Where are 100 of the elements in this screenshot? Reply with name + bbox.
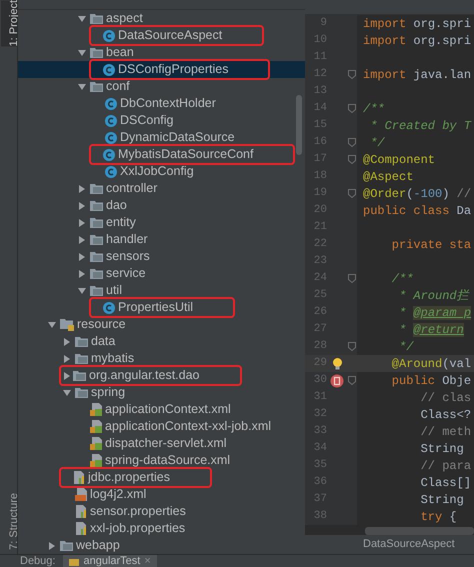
expanded-arrow-icon[interactable] — [78, 48, 86, 56]
breakpoint-icon[interactable] — [330, 374, 344, 388]
tool-window-tab[interactable]: 1: Project — [0, 0, 16, 46]
tree-item-label: applicationContext.xml — [105, 401, 231, 418]
breadcrumb-item[interactable]: DataSourceAspect — [363, 536, 455, 553]
expanded-arrow-icon[interactable] — [63, 388, 71, 396]
tree-item-label: DynamicDataSource — [120, 129, 235, 146]
tree-row[interactable]: data — [18, 333, 305, 350]
collapsed-arrow-icon[interactable] — [78, 184, 86, 192]
collapsed-arrow-icon[interactable] — [63, 354, 71, 362]
fold-marker-icon[interactable] — [348, 274, 356, 283]
tree-row[interactable]: org.angular.test.dao — [18, 367, 305, 384]
tree-item-label: DbContextHolder — [120, 95, 216, 112]
fold-marker-icon[interactable] — [348, 342, 356, 351]
tree-item-label: spring — [91, 384, 126, 402]
code-line: @Order(-100) // — [362, 186, 472, 202]
debug-tab[interactable]: angularTest × — [63, 555, 157, 567]
tree-row[interactable]: jdbc.properties — [18, 469, 305, 486]
properties-file-icon — [75, 505, 87, 518]
expanded-arrow-icon[interactable] — [78, 286, 86, 294]
tree-row[interactable]: XxlJobConfig — [18, 163, 305, 180]
expanded-arrow-icon[interactable] — [78, 14, 86, 22]
collapsed-arrow-icon[interactable] — [78, 218, 86, 226]
tree-row[interactable]: resource — [18, 316, 305, 333]
tree-row[interactable]: dispatcher-servlet.xml — [18, 435, 305, 452]
xml-file-icon — [75, 488, 87, 501]
collapsed-arrow-icon[interactable] — [78, 252, 86, 260]
tree-item-label: DSConfigProperties — [118, 61, 228, 78]
tree-row[interactable]: applicationContext-xxl-job.xml — [18, 418, 305, 435]
code-line: // clas — [420, 390, 472, 406]
spring-xml-file-icon — [90, 420, 102, 433]
folder-icon — [90, 251, 103, 262]
folder-icon — [75, 353, 88, 364]
collapsed-arrow-icon[interactable] — [78, 236, 86, 244]
properties-file-icon — [73, 471, 85, 484]
tree-item-label: jdbc.properties — [88, 469, 170, 486]
collapsed-arrow-icon[interactable] — [63, 338, 71, 346]
lightbulb-icon[interactable] — [332, 358, 342, 370]
collapsed-arrow-icon[interactable] — [78, 270, 86, 278]
class-icon — [103, 30, 115, 42]
tree-item-label: DataSourceAspect — [118, 27, 222, 44]
tree-row[interactable]: aspect — [18, 10, 305, 27]
tree-row[interactable]: entity — [18, 214, 305, 231]
class-icon — [103, 64, 115, 76]
tree-row[interactable]: sensor.properties — [18, 503, 305, 520]
horizontal-scrollbar[interactable] — [365, 527, 474, 535]
tree-row[interactable]: spring-dataSource.xml — [18, 452, 305, 469]
tree-row[interactable]: DynamicDataSource — [18, 129, 305, 146]
fold-marker-icon[interactable] — [348, 189, 356, 198]
tree-row[interactable]: PropertiesUtil — [18, 299, 305, 316]
tree-row[interactable]: DSConfigProperties — [18, 61, 305, 78]
tree-item-label: bean — [106, 44, 134, 62]
tree-row[interactable]: webapp — [18, 537, 305, 554]
tree-item-label: applicationContext-xxl-job.xml — [105, 418, 272, 436]
tree-item-label: DSConfig — [120, 112, 174, 130]
tree-row[interactable]: handler — [18, 231, 305, 248]
fold-marker-icon[interactable] — [348, 138, 356, 147]
tree-row[interactable]: controller — [18, 180, 305, 197]
tree-row[interactable]: dao — [18, 197, 305, 214]
code-line: public class Da — [362, 202, 472, 220]
fold-marker-icon[interactable] — [348, 376, 356, 385]
collapsed-arrow-icon[interactable] — [63, 372, 71, 380]
tree-row[interactable]: MybatisDataSourceConf — [18, 146, 305, 163]
collapsed-arrow-icon[interactable] — [78, 202, 86, 210]
tree-row[interactable]: DbContextHolder — [18, 95, 305, 112]
tree-row[interactable]: service — [18, 265, 305, 282]
fold-marker-icon[interactable] — [348, 155, 356, 164]
tree-row[interactable]: spring — [18, 384, 305, 401]
tree-row[interactable]: xxl-job.properties — [18, 520, 305, 537]
code-line: * @param p — [398, 304, 472, 322]
tree-row[interactable]: log4j2.xml — [18, 486, 305, 503]
fold-marker-icon[interactable] — [348, 104, 356, 113]
collapsed-arrow-icon[interactable] — [48, 542, 56, 550]
folder-icon — [60, 540, 73, 551]
tree-item-label: data — [91, 333, 116, 350]
code-line: String — [420, 440, 464, 458]
class-icon — [105, 132, 117, 144]
tree-item-label: sensors — [106, 248, 150, 266]
expanded-arrow-icon[interactable] — [78, 82, 86, 90]
tree-row[interactable]: conf — [18, 78, 305, 95]
tree-row[interactable]: mybatis — [18, 350, 305, 367]
tree-row[interactable]: DataSourceAspect — [18, 27, 305, 44]
tool-window-tab[interactable]: 7: Structure — [0, 493, 16, 550]
tree-row[interactable]: sensors — [18, 248, 305, 265]
folder-icon — [75, 387, 88, 398]
fold-marker-icon[interactable] — [348, 70, 356, 79]
folder-icon — [90, 234, 103, 245]
tree-item-label: MybatisDataSourceConf — [118, 146, 254, 164]
tree-row[interactable]: util — [18, 282, 305, 299]
properties-file-icon — [75, 522, 87, 535]
expanded-arrow-icon[interactable] — [48, 320, 56, 328]
tree-row[interactable]: applicationContext.xml — [18, 401, 305, 418]
code-line: String — [420, 492, 464, 508]
tree-item-label: resource — [77, 316, 126, 334]
tree-row[interactable]: DSConfig — [18, 112, 305, 129]
code-line: * Around拦 — [398, 288, 469, 304]
code-line: /** — [362, 100, 385, 118]
tree-row[interactable]: bean — [18, 44, 305, 61]
scrollbar-thumb[interactable] — [296, 95, 302, 155]
tree-item-label: util — [106, 282, 122, 300]
